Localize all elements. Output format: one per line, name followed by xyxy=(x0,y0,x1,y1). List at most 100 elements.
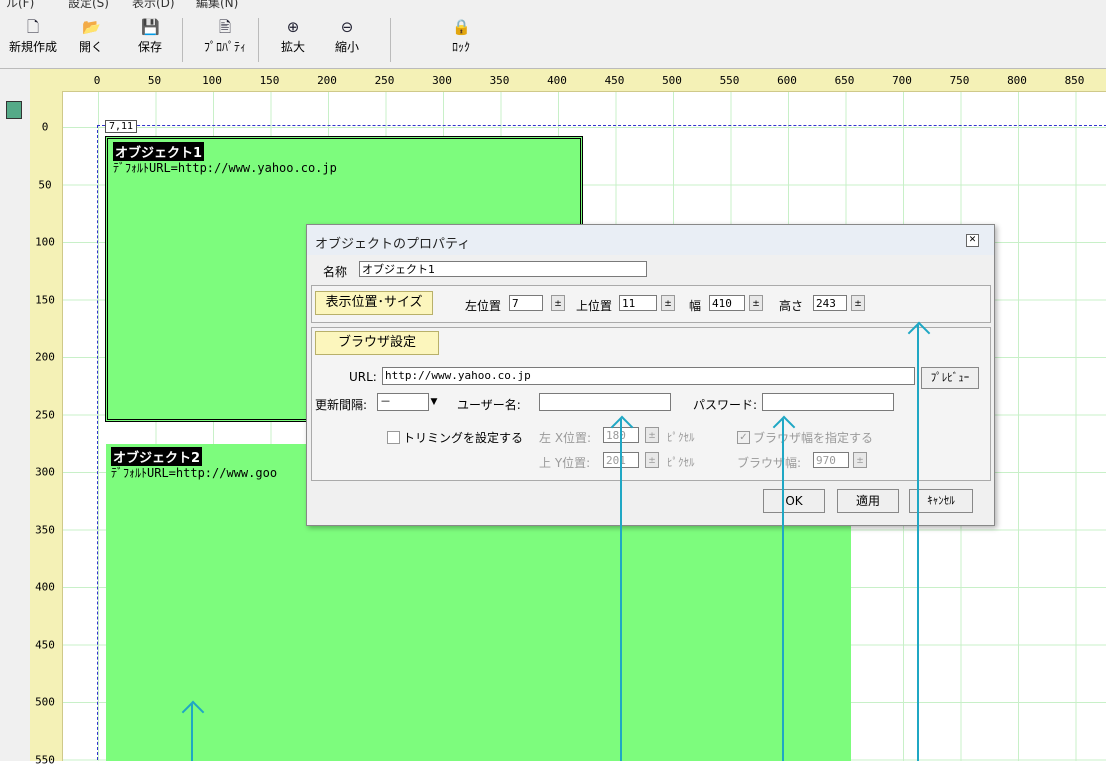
horizontal-guide-line xyxy=(97,125,1106,126)
new-button[interactable]: 🗋 新規作成 xyxy=(8,18,58,55)
ruler-tick-label: 550 xyxy=(35,753,55,766)
zoom-out-icon: ⊖ xyxy=(340,18,354,36)
height-spinner[interactable]: ± xyxy=(851,295,865,311)
left-position-field[interactable]: 7 xyxy=(509,295,543,311)
top-position-spinner[interactable]: ± xyxy=(661,295,675,311)
left-tool-strip xyxy=(0,69,30,761)
y-pixel-unit: ﾋﾟｸｾﾙ xyxy=(667,456,695,469)
ruler-tick-label: 150 xyxy=(259,74,280,87)
password-label: パスワード: xyxy=(693,398,758,412)
lock-label: ﾛｯｸ xyxy=(451,40,470,54)
open-button[interactable]: 📂 開く xyxy=(66,18,116,55)
ruler-tick-label: 150 xyxy=(35,293,55,306)
refresh-interval-label: 更新間隔: xyxy=(315,398,368,412)
toolbar-separator xyxy=(182,18,183,62)
ruler-tick-label: 200 xyxy=(317,74,337,87)
left-position-label: 左位置 xyxy=(465,299,502,313)
ruler-tick-label: 750 xyxy=(949,74,970,87)
position-size-button[interactable]: 表示位置･サイズ xyxy=(315,291,433,315)
object-properties-dialog: オブジェクトのプロパティ ✕ 名称 オブジェクト1 表示位置･サイズ 左位置 7… xyxy=(306,224,995,526)
ruler-tick-label: 200 xyxy=(35,350,55,364)
chevron-down-icon[interactable]: ▼ xyxy=(427,394,441,410)
properties-icon: 🖹 xyxy=(218,18,232,36)
width-label: 幅 xyxy=(689,299,702,313)
ruler-tick-label: 100 xyxy=(202,74,222,87)
zoom-out-button[interactable]: ⊖ 縮小 xyxy=(322,18,372,55)
ruler-tick-label: 300 xyxy=(35,465,55,479)
x-position-label: 左 X位置: xyxy=(539,431,592,445)
top-position-label: 上位置 xyxy=(576,299,613,313)
menu-edit[interactable]: 編集(N) xyxy=(196,0,238,11)
ruler-tick-label: 450 xyxy=(604,74,625,87)
refresh-interval-select[interactable]: － xyxy=(377,393,429,411)
x-position-spinner[interactable]: ± xyxy=(645,427,659,443)
lock-icon: 🔒 xyxy=(452,18,471,36)
url-field[interactable]: http://www.yahoo.co.jp xyxy=(382,367,915,385)
y-position-label: 上 Y位置: xyxy=(539,456,591,470)
save-button[interactable]: 💾 保存 xyxy=(125,18,175,55)
properties-label: ﾌﾟﾛﾊﾟﾃｨ xyxy=(203,40,246,54)
ruler-tick-label: 250 xyxy=(374,74,395,87)
trimming-checkbox[interactable] xyxy=(387,431,400,444)
apply-button[interactable]: 適用 xyxy=(837,489,899,513)
password-field[interactable] xyxy=(762,393,894,411)
ok-button[interactable]: OK xyxy=(763,489,825,513)
left-position-spinner[interactable]: ± xyxy=(551,295,565,311)
ruler-tick-label: 700 xyxy=(892,74,912,87)
ruler-tick-label: 550 xyxy=(719,74,740,87)
ruler-tick-label: 800 xyxy=(1007,74,1027,87)
object-url: ﾃﾞﾌｫﾙﾄURL=http://www.goo xyxy=(111,466,278,480)
ruler-tick-label: 450 xyxy=(35,638,55,651)
dialog-title: オブジェクトのプロパティ xyxy=(315,237,471,252)
url-label: URL: xyxy=(349,370,377,384)
object-url: ﾃﾞﾌｫﾙﾄURL=http://www.yahoo.co.jp xyxy=(113,161,337,175)
open-label: 開く xyxy=(78,40,103,54)
browser-width-label: ブラウザ幅: xyxy=(737,456,802,470)
zoom-in-button[interactable]: ⊕ 拡大 xyxy=(268,18,318,55)
name-field[interactable]: オブジェクト1 xyxy=(359,261,647,277)
browser-width-field[interactable]: 970 xyxy=(813,452,849,468)
ruler-tick-label: 100 xyxy=(35,235,55,249)
menu-view[interactable]: 表示(D) xyxy=(132,0,175,11)
ruler-tick-label: 0 xyxy=(41,120,49,134)
refresh-interval-value: － xyxy=(380,395,391,408)
vertical-guide-line xyxy=(97,125,98,761)
browser-settings-button[interactable]: ブラウザ設定 xyxy=(315,331,439,355)
ruler-tick-label: 500 xyxy=(662,74,682,87)
y-position-spinner[interactable]: ± xyxy=(645,452,659,468)
save-label: 保存 xyxy=(137,40,162,54)
menu-settings[interactable]: 設定(S) xyxy=(68,0,109,11)
zoom-in-icon: ⊕ xyxy=(286,18,300,36)
width-field[interactable]: 410 xyxy=(709,295,745,311)
ruler-tick-label: 400 xyxy=(547,74,567,87)
name-label: 名称 xyxy=(323,265,348,279)
properties-button[interactable]: 🖹 ﾌﾟﾛﾊﾟﾃｨ xyxy=(200,18,250,55)
zoom-out-label: 縮小 xyxy=(334,40,359,54)
coordinate-label: 7,11 xyxy=(105,120,138,133)
lock-button[interactable]: 🔒 ﾛｯｸ xyxy=(436,18,486,55)
height-field[interactable]: 243 xyxy=(813,295,847,311)
close-icon[interactable]: ✕ xyxy=(966,234,979,247)
zoom-in-label: 拡大 xyxy=(280,40,305,54)
dialog-titlebar[interactable]: オブジェクトのプロパティ ✕ xyxy=(307,225,994,255)
x-pixel-unit: ﾋﾟｸｾﾙ xyxy=(667,431,695,444)
ruler-tick-label: 600 xyxy=(777,74,797,87)
trimming-label: トリミングを設定する xyxy=(403,431,524,445)
browser-width-spinner[interactable]: ± xyxy=(853,452,867,468)
ruler-tick-label: 350 xyxy=(489,74,510,87)
toolbar: 🗋 新規作成 📂 開く 💾 保存 🖹 ﾌﾟﾛﾊﾟﾃｨ ⊕ 拡大 ⊖ 縮小 🔒 ﾛ… xyxy=(0,14,1106,69)
height-label: 高さ xyxy=(779,299,804,313)
menubar: ル(F) 設定(S) 表示(D) 編集(N) xyxy=(0,0,1106,14)
new-document-icon: 🗋 xyxy=(26,18,40,36)
tool-icon[interactable] xyxy=(6,101,22,119)
ruler-tick-label: 300 xyxy=(432,74,452,87)
ruler-tick-label: 650 xyxy=(834,74,855,87)
horizontal-ruler: 0 50 100 150 200 250 300 350 400 450 500 550 600 650 7… xyxy=(30,69,1106,92)
browser-width-checkbox[interactable]: ✓ xyxy=(737,431,750,444)
top-position-field[interactable]: 11 xyxy=(619,295,657,311)
menu-file[interactable]: ル(F) xyxy=(6,0,34,11)
preview-button[interactable]: ﾌﾟﾚﾋﾞｭｰ xyxy=(921,367,979,389)
username-field[interactable] xyxy=(539,393,671,411)
width-spinner[interactable]: ± xyxy=(749,295,763,311)
new-label: 新規作成 xyxy=(8,40,57,54)
